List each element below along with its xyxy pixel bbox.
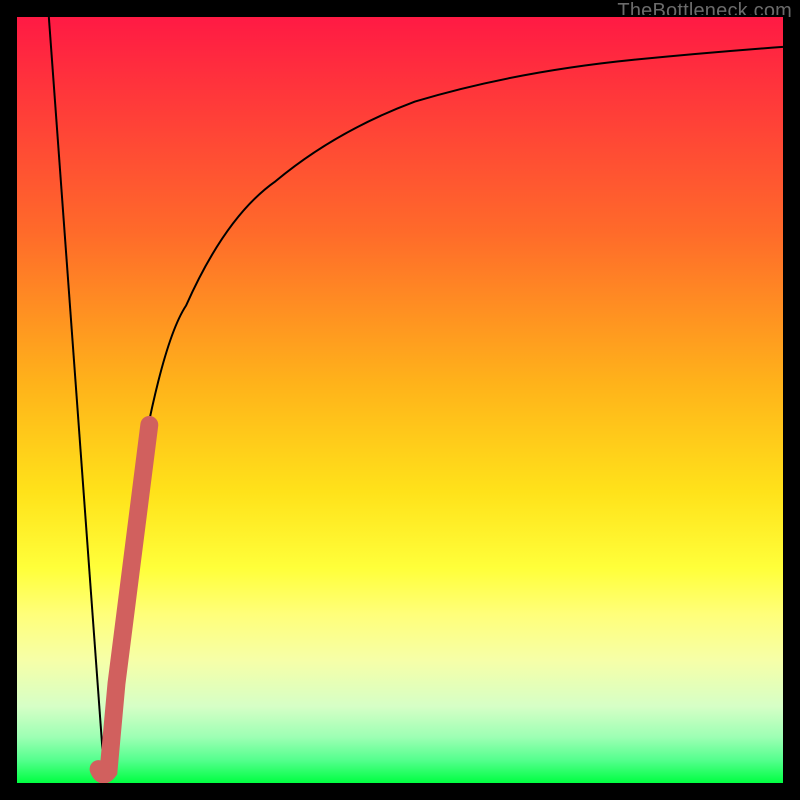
- curve-left-descent: [49, 17, 105, 778]
- chart-curves: [17, 17, 783, 783]
- chart-stage: TheBottleneck.com: [0, 0, 800, 800]
- highlight-segment: [99, 425, 150, 775]
- plot-area: [15, 15, 785, 785]
- curve-right-ascent: [105, 47, 783, 778]
